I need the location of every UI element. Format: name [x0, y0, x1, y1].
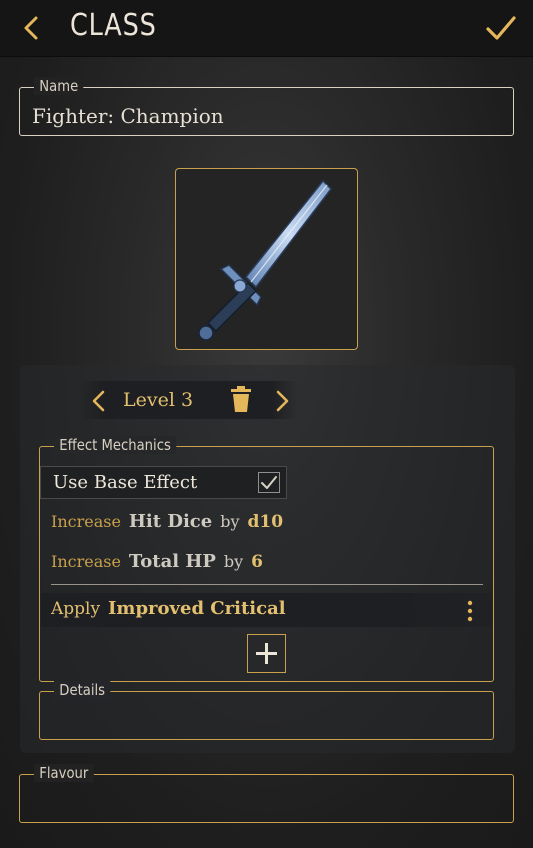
effect-value: d10: [247, 512, 284, 532]
plus-icon: [256, 643, 277, 664]
class-image[interactable]: [175, 168, 358, 350]
more-vertical-icon[interactable]: [466, 600, 474, 622]
name-field-label: Name: [34, 77, 84, 95]
details-field[interactable]: Details: [39, 681, 494, 740]
back-icon[interactable]: [18, 14, 46, 42]
use-base-effect-label: Use Base Effect: [53, 472, 198, 493]
next-level-icon[interactable]: [272, 389, 292, 413]
level-label: Level 3: [123, 389, 194, 411]
checkmark-icon: [261, 476, 277, 489]
effect-verb: Increase: [51, 512, 121, 531]
top-bar: CLASS: [0, 0, 533, 57]
apply-verb: Apply: [51, 599, 101, 619]
use-base-effect-toggle[interactable]: Use Base Effect: [40, 466, 287, 499]
effect-row[interactable]: Increase Hit Dice by d10: [51, 511, 283, 532]
page-title: CLASS: [70, 8, 157, 43]
sword-icon: [198, 179, 332, 341]
effect-value: 6: [251, 552, 264, 572]
use-base-effect-checkbox[interactable]: [258, 472, 280, 493]
name-field-value[interactable]: Fighter: Champion: [32, 104, 224, 128]
checkmark-icon[interactable]: [485, 12, 517, 44]
divider: [51, 584, 483, 585]
add-effect-button[interactable]: [247, 634, 286, 673]
effect-mechanics-label: Effect Mechanics: [54, 436, 177, 454]
apply-effect-row[interactable]: Apply Improved Critical: [41, 593, 492, 627]
apply-target: Improved Critical: [108, 598, 286, 619]
effect-by: by: [223, 552, 244, 571]
trash-icon[interactable]: [230, 386, 252, 413]
previous-level-icon[interactable]: [89, 389, 109, 413]
flavour-field-label: Flavour: [34, 764, 94, 782]
effect-target: Total HP: [128, 551, 216, 572]
effect-target: Hit Dice: [128, 511, 213, 532]
effect-verb: Increase: [51, 552, 121, 571]
flavour-field[interactable]: Flavour: [19, 764, 514, 823]
effect-row[interactable]: Increase Total HP by 6: [51, 551, 263, 572]
details-field-label: Details: [54, 681, 111, 699]
effect-by: by: [220, 512, 240, 531]
name-field[interactable]: Name Fighter: Champion: [19, 77, 514, 136]
